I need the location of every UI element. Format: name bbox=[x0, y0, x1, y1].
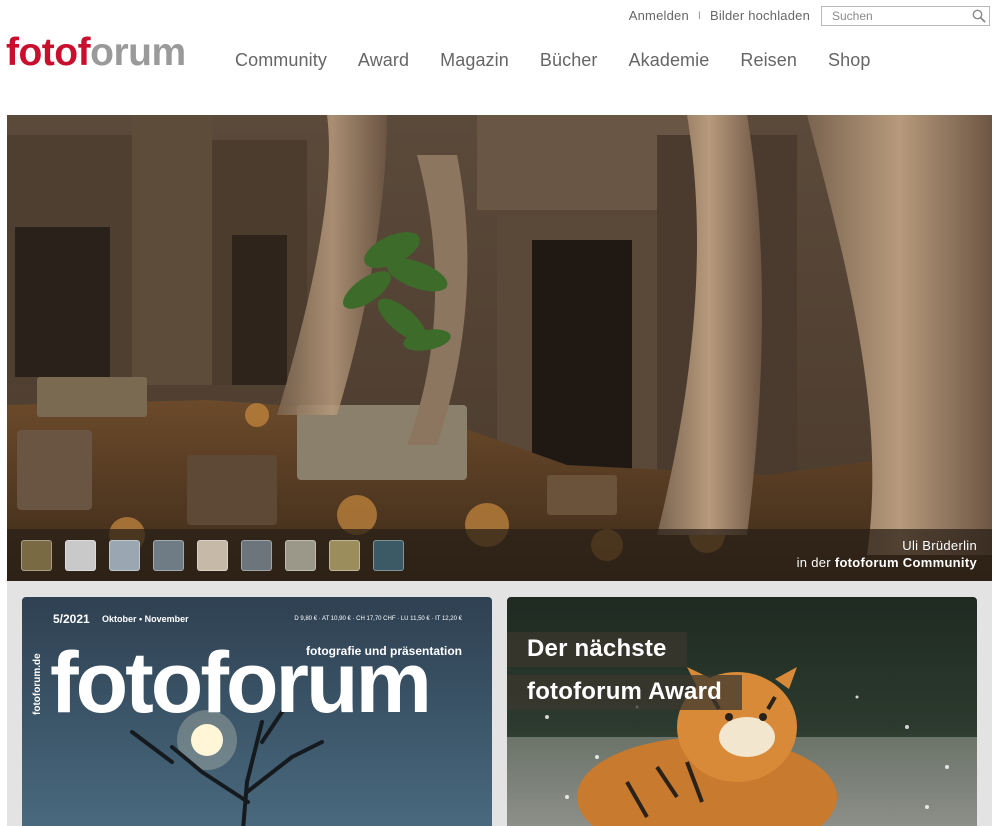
nav-magazin[interactable]: Magazin bbox=[440, 48, 509, 72]
upload-link[interactable]: Bilder hochladen bbox=[710, 8, 810, 23]
nav-akademie[interactable]: Akademie bbox=[629, 48, 710, 72]
credit-line: in der fotoforum Community bbox=[797, 554, 977, 571]
nav-shop[interactable]: Shop bbox=[828, 48, 870, 72]
magazine-issue: 5/2021 bbox=[53, 612, 90, 626]
hero-thumb-4[interactable] bbox=[153, 540, 184, 571]
award-headline-1: Der nächste bbox=[507, 632, 687, 667]
hero-thumb-1[interactable] bbox=[21, 540, 52, 571]
nav-reisen[interactable]: Reisen bbox=[740, 48, 797, 72]
hero-thumb-2[interactable] bbox=[65, 540, 96, 571]
hero-thumb-6[interactable] bbox=[241, 540, 272, 571]
nav-buecher[interactable]: Bücher bbox=[540, 48, 598, 72]
search-icon[interactable] bbox=[972, 9, 986, 23]
magazine-title: fotoforum bbox=[50, 635, 432, 731]
credit-prefix: in der bbox=[796, 555, 831, 570]
hero-temple-photo bbox=[7, 115, 992, 581]
hero-thumb-9[interactable] bbox=[373, 540, 404, 571]
magazine-price: D 9,80 € · AT 10,90 € · CH 17,70 CHF · L… bbox=[294, 616, 462, 622]
logo-part-f: f bbox=[77, 31, 91, 74]
search-input[interactable] bbox=[822, 6, 989, 25]
magazine-teaser[interactable]: 5/2021 Oktober • November D 9,80 € · AT … bbox=[22, 597, 492, 826]
award-headline-2: fotoforum Award bbox=[507, 675, 742, 710]
hero-caption-bar: Uli Brüderlin in der fotoforum Community bbox=[7, 529, 992, 581]
nav-community[interactable]: Community bbox=[235, 48, 327, 72]
hero-thumb-3[interactable] bbox=[109, 540, 140, 571]
hero-credit: Uli Brüderlin in der fotoforum Community bbox=[797, 537, 977, 571]
fotoforum-logo[interactable]: fotoforum bbox=[6, 33, 186, 73]
hero-thumb-5[interactable] bbox=[197, 540, 228, 571]
logo-part-orum: orum bbox=[90, 31, 186, 74]
hero-thumb-7[interactable] bbox=[285, 540, 316, 571]
hero-thumbnails bbox=[21, 540, 417, 571]
nav-award[interactable]: Award bbox=[358, 48, 409, 72]
utility-bar: Anmelden I Bilder hochladen bbox=[629, 5, 990, 26]
community-link[interactable]: fotoforum Community bbox=[835, 555, 977, 570]
teaser-area: 5/2021 Oktober • November D 9,80 € · AT … bbox=[7, 581, 992, 826]
logo-part-foto: foto bbox=[6, 31, 78, 74]
login-link[interactable]: Anmelden bbox=[629, 8, 689, 23]
award-teaser[interactable]: Der nächste fotoforum Award bbox=[507, 597, 977, 826]
magazine-months: Oktober • November bbox=[102, 614, 189, 624]
hero-slider[interactable]: Uli Brüderlin in der fotoforum Community bbox=[7, 115, 992, 581]
search-box bbox=[821, 5, 990, 26]
main-nav: Community Award Magazin Bücher Akademie … bbox=[235, 48, 901, 72]
hero-thumb-8[interactable] bbox=[329, 540, 360, 571]
utility-separator: I bbox=[697, 9, 701, 22]
magazine-side-text: fotoforum.de bbox=[32, 653, 43, 715]
photographer-name[interactable]: Uli Brüderlin bbox=[797, 537, 977, 554]
